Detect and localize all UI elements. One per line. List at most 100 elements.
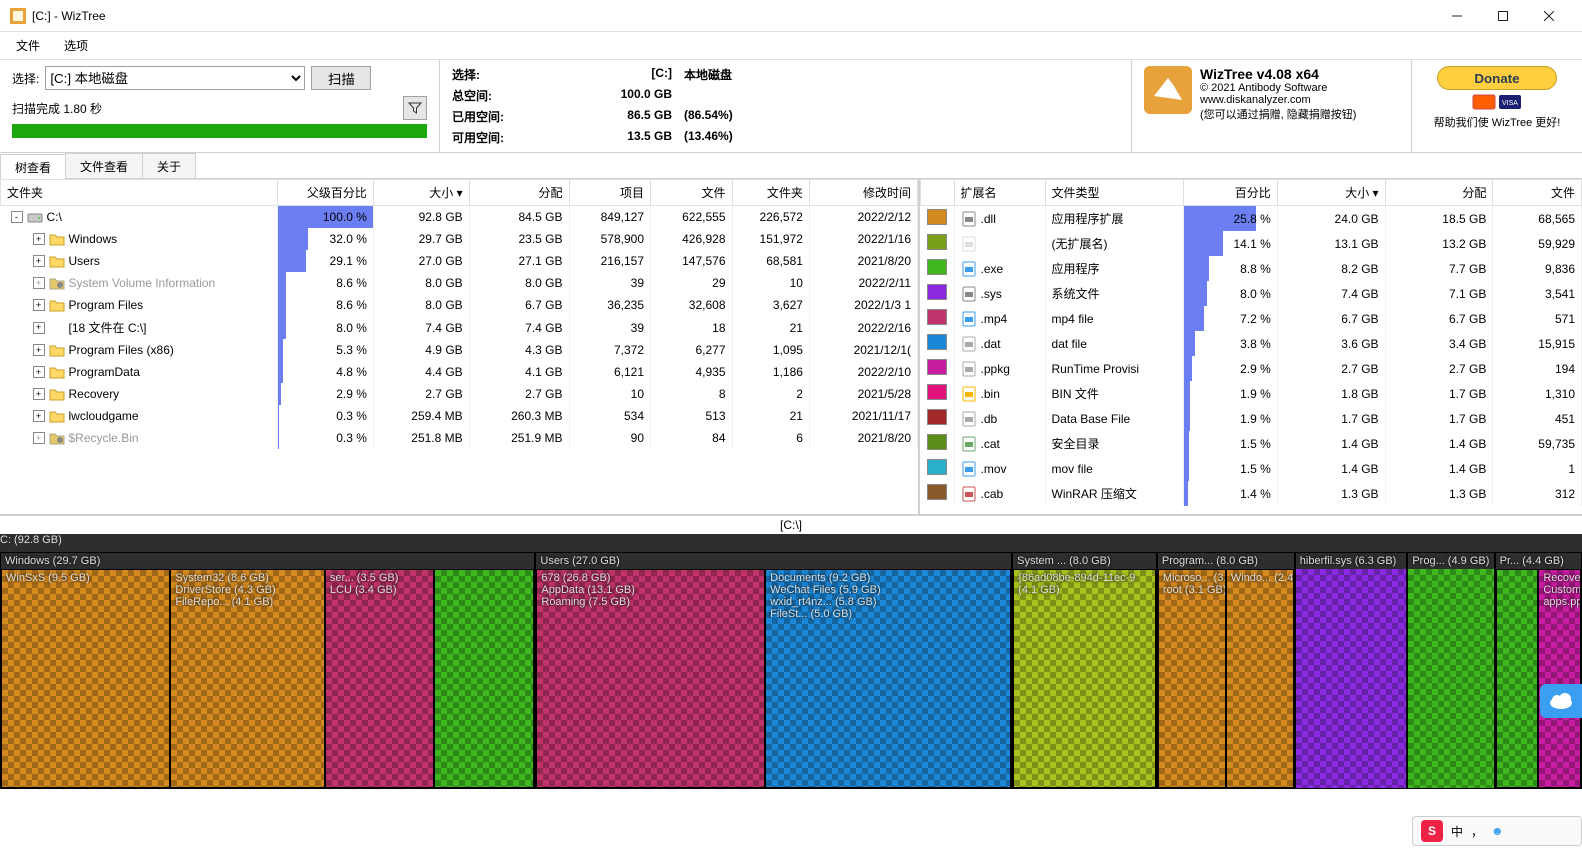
table-row[interactable]: .dbData Base File1.9 %1.7 GB1.7 GB451 xyxy=(921,406,1582,431)
col-ext-size[interactable]: 大小 ▾ xyxy=(1277,180,1385,206)
maximize-icon xyxy=(1498,11,1508,21)
folder-name: C:\ xyxy=(47,210,62,224)
minimize-button[interactable] xyxy=(1434,0,1480,32)
table-row[interactable]: +Windows32.0 %29.7 GB23.5 GB578,900426,9… xyxy=(1,228,918,250)
color-swatch xyxy=(927,384,947,400)
table-row[interactable]: +Recovery2.9 %2.7 GB2.7 GB10822021/5/28 xyxy=(1,383,918,405)
table-row[interactable]: .movmov file1.5 %1.4 GB1.4 GB1 xyxy=(921,456,1582,481)
tab-tree[interactable]: 树查看 xyxy=(0,154,66,179)
scan-button[interactable]: 扫描 xyxy=(311,66,371,90)
cloud-widget[interactable] xyxy=(1540,684,1582,718)
col-ext-alloc[interactable]: 分配 xyxy=(1385,180,1493,206)
expand-toggle[interactable]: + xyxy=(33,344,45,356)
tab-files[interactable]: 文件查看 xyxy=(65,153,143,178)
color-swatch xyxy=(927,259,947,275)
table-row[interactable]: +System Volume Information8.6 %8.0 GB8.0… xyxy=(1,272,918,294)
treemap-node[interactable]: Users (27.0 GB)678 (26.8 GB)AppData (13.… xyxy=(535,552,1012,789)
table-row[interactable]: .cat安全目录1.5 %1.4 GB1.4 GB59,735 xyxy=(921,431,1582,456)
info-drive-short: [C:] xyxy=(542,66,672,83)
col-size[interactable]: 大小 ▾ xyxy=(373,180,469,206)
folder-name: Recovery xyxy=(69,387,120,401)
treemap-node[interactable]: Pr... (4.4 GB)Recovery (2.7 GB)Customiza… xyxy=(1495,552,1582,789)
tab-about[interactable]: 关于 xyxy=(142,153,196,178)
col-folders[interactable]: 文件夹 xyxy=(732,180,809,206)
drive-select[interactable]: [C:] 本地磁盘 xyxy=(45,66,305,90)
table-row[interactable]: +$Recycle.Bin0.3 %251.8 MB251.9 MB908462… xyxy=(1,427,918,449)
table-row[interactable]: .sys系统文件8.0 %7.4 GB7.1 GB3,541 xyxy=(921,281,1582,306)
folder-name: Program Files (x86) xyxy=(69,343,174,357)
col-folder[interactable]: 文件夹 xyxy=(1,180,278,206)
brand-url[interactable]: www.diskanalyzer.com xyxy=(1200,94,1356,106)
table-row[interactable]: -C:\100.0 %92.8 GB84.5 GB849,127622,5552… xyxy=(1,206,918,229)
color-swatch xyxy=(927,209,947,225)
expand-toggle[interactable]: + xyxy=(33,410,45,422)
menu-file[interactable]: 文件 xyxy=(8,33,48,58)
table-row[interactable]: +Users29.1 %27.0 GB27.1 GB216,157147,576… xyxy=(1,250,918,272)
info-used: 86.5 GB xyxy=(542,108,672,125)
table-row[interactable]: .ppkgRunTime Provisi2.9 %2.7 GB2.7 GB194 xyxy=(921,356,1582,381)
treemap-node[interactable]: Windows (29.7 GB)WinSxS (9.5 GB)System32… xyxy=(0,552,535,789)
treemap-node[interactable]: hiberfil.sys (6.3 GB) xyxy=(1295,552,1408,789)
ext-name: .mp4 xyxy=(981,312,1008,326)
donate-hint: 帮助我们使 WizTree 更好! xyxy=(1420,114,1574,130)
menu-options[interactable]: 选项 xyxy=(56,33,96,58)
col-files[interactable]: 文件 xyxy=(651,180,733,206)
col-parent-pct[interactable]: 父级百分比 xyxy=(278,180,374,206)
table-row[interactable]: +lwcloudgame0.3 %259.4 MB260.3 MB5345132… xyxy=(1,405,918,427)
expand-toggle[interactable]: + xyxy=(33,233,45,245)
col-swatch[interactable] xyxy=(921,180,955,206)
filter-button[interactable] xyxy=(403,96,427,120)
ext-name: .ppkg xyxy=(981,362,1010,376)
color-swatch xyxy=(927,284,947,300)
expand-toggle[interactable]: + xyxy=(33,277,45,289)
col-ext-pct[interactable]: 百分比 xyxy=(1184,180,1277,206)
cloud-icon xyxy=(1548,692,1574,710)
table-row[interactable]: .dll应用程序扩展25.8 %24.0 GB18.5 GB68,565 xyxy=(921,206,1582,232)
expand-toggle[interactable]: + xyxy=(33,322,45,334)
maximize-button[interactable] xyxy=(1480,0,1526,32)
ext-name: .exe xyxy=(981,262,1004,276)
extension-table[interactable]: 扩展名 文件类型 百分比 大小 ▾ 分配 文件 .dll应用程序扩展25.8 %… xyxy=(920,179,1582,506)
table-row[interactable]: +ProgramData4.8 %4.4 GB4.1 GB6,1214,9351… xyxy=(1,361,918,383)
table-row[interactable]: +Program Files (x86)5.3 %4.9 GB4.3 GB7,3… xyxy=(1,339,918,361)
svg-text:VISA: VISA xyxy=(1502,100,1518,107)
ext-name: .bin xyxy=(981,387,1000,401)
col-ext-files[interactable]: 文件 xyxy=(1493,180,1582,206)
expand-toggle[interactable]: + xyxy=(33,366,45,378)
table-row[interactable]: .exe应用程序8.8 %8.2 GB7.7 GB9,836 xyxy=(921,256,1582,281)
ime-bar[interactable]: S 中 ， ☻ xyxy=(1412,816,1582,846)
table-row[interactable]: .cabWinRAR 压缩文1.4 %1.3 GB1.3 GB312 xyxy=(921,481,1582,506)
brand-copyright: © 2021 Antibody Software xyxy=(1200,82,1356,94)
extension-pane: 扩展名 文件类型 百分比 大小 ▾ 分配 文件 .dll应用程序扩展25.8 %… xyxy=(920,179,1582,514)
col-alloc[interactable]: 分配 xyxy=(469,180,569,206)
table-row[interactable]: .mp4mp4 file7.2 %6.7 GB6.7 GB571 xyxy=(921,306,1582,331)
scan-panel: 选择: [C:] 本地磁盘 扫描 扫描完成 1.80 秒 xyxy=(0,60,440,152)
expand-toggle[interactable]: + xyxy=(33,432,45,444)
expand-toggle[interactable]: + xyxy=(33,299,45,311)
expand-toggle[interactable]: + xyxy=(33,388,45,400)
col-modified[interactable]: 修改时间 xyxy=(809,180,917,206)
info-free: 13.5 GB xyxy=(542,129,672,146)
menu-bar: 文件 选项 xyxy=(0,32,1582,60)
treemap-node[interactable]: Prog... (4.9 GB) xyxy=(1407,552,1494,789)
treemap-node[interactable]: Program... (8.0 GB)Microso... (3.1 GB)ro… xyxy=(1157,552,1295,789)
expand-toggle[interactable]: + xyxy=(33,255,45,267)
folder-name: $Recycle.Bin xyxy=(69,431,139,445)
table-row[interactable]: (无扩展名)14.1 %13.1 GB13.2 GB59,929 xyxy=(921,231,1582,256)
select-label: 选择: xyxy=(12,70,39,87)
donate-button[interactable]: Donate xyxy=(1437,66,1557,90)
path-bar: [C:\] xyxy=(0,515,1582,534)
payment-cards-icon: VISA xyxy=(1420,94,1574,110)
table-row[interactable]: +[18 文件在 C:\]8.0 %7.4 GB7.4 GB3918212022… xyxy=(1,316,918,339)
col-items[interactable]: 项目 xyxy=(569,180,651,206)
col-ext[interactable]: 扩展名 xyxy=(954,180,1045,206)
table-row[interactable]: .datdat file3.8 %3.6 GB3.4 GB15,915 xyxy=(921,331,1582,356)
expand-toggle[interactable]: - xyxy=(11,211,23,223)
col-type[interactable]: 文件类型 xyxy=(1045,180,1184,206)
treemap[interactable]: C: (92.8 GB) Windows (29.7 GB)WinSxS (9.… xyxy=(0,534,1582,789)
table-row[interactable]: .binBIN 文件1.9 %1.8 GB1.7 GB1,310 xyxy=(921,381,1582,406)
folder-table[interactable]: 文件夹 父级百分比 大小 ▾ 分配 项目 文件 文件夹 修改时间 -C:\100… xyxy=(0,179,918,449)
close-button[interactable] xyxy=(1526,0,1572,32)
treemap-node[interactable]: System ... (8.0 GB){86ad08be-894d-11ec-9… xyxy=(1012,552,1157,789)
table-row[interactable]: +Program Files8.6 %8.0 GB6.7 GB36,23532,… xyxy=(1,294,918,316)
